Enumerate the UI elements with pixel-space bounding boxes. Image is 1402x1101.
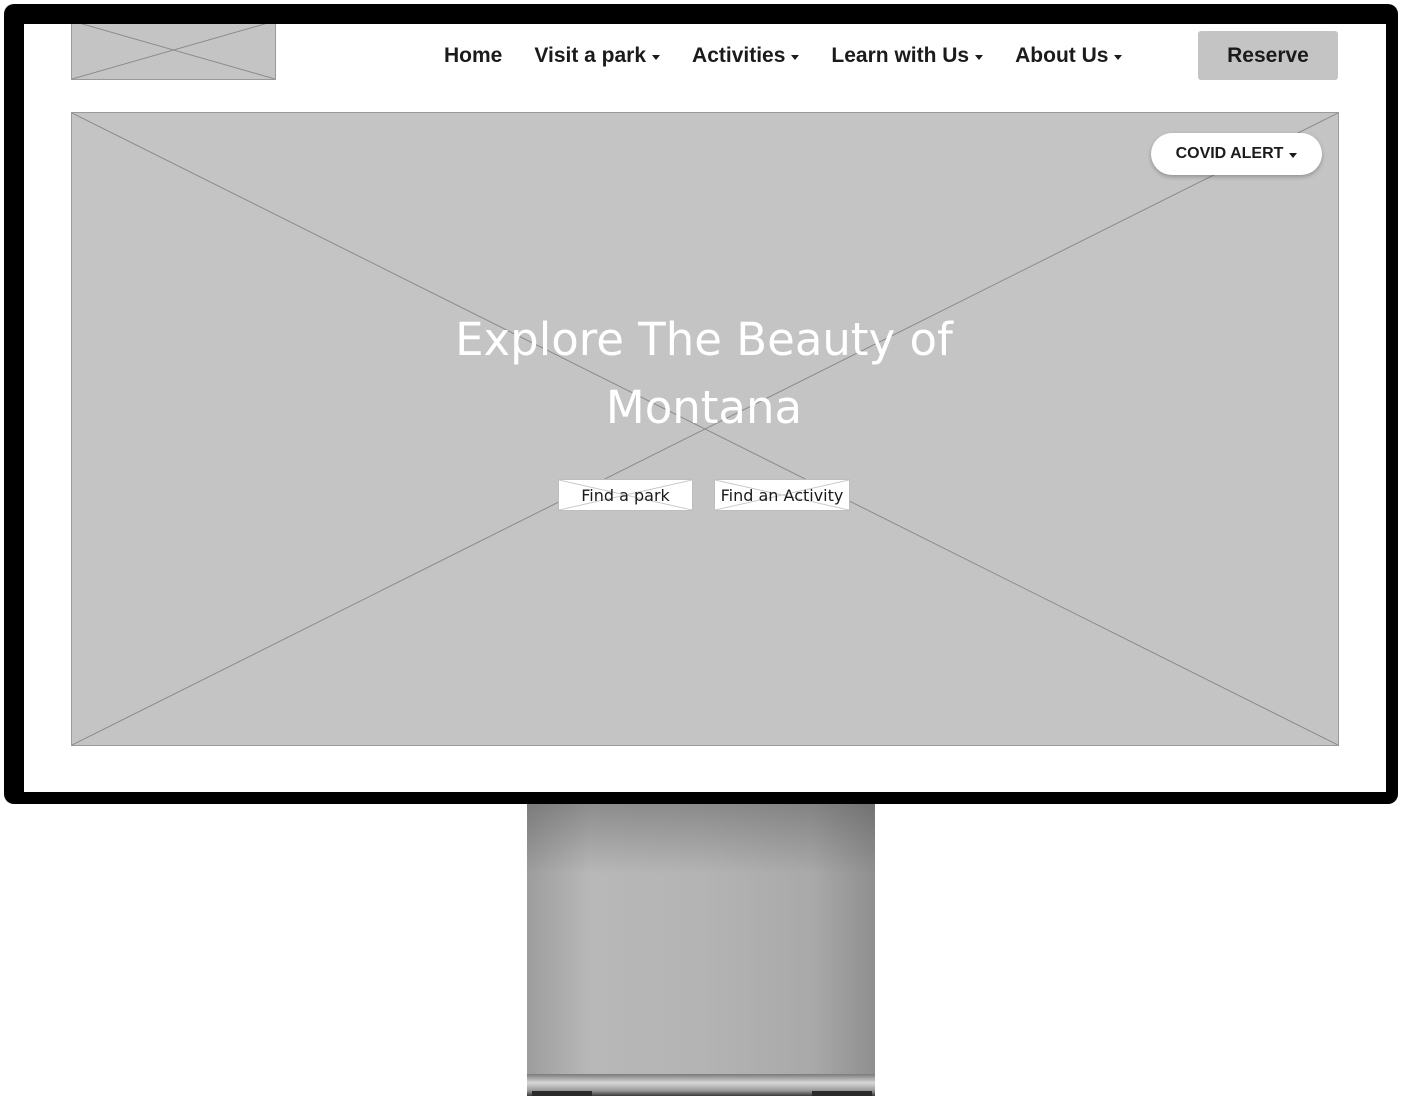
logo-placeholder-image[interactable] bbox=[71, 24, 276, 80]
monitor-stand bbox=[527, 804, 875, 1084]
website-screen: Home Visit a park Activities Learn with … bbox=[24, 24, 1386, 792]
main-navigation: Home Visit a park Activities Learn with … bbox=[444, 38, 1154, 74]
placeholder-x-icon bbox=[72, 24, 275, 79]
caret-down-icon bbox=[975, 55, 984, 60]
nav-item-label: Visit a park bbox=[534, 44, 647, 67]
caret-down-icon bbox=[652, 55, 661, 60]
caret-down-icon bbox=[1289, 153, 1298, 158]
nav-item-label: Learn with Us bbox=[831, 44, 970, 67]
monitor-bezel: Home Visit a park Activities Learn with … bbox=[4, 4, 1398, 804]
nav-item-learn-with-us[interactable]: Learn with Us bbox=[831, 44, 984, 68]
covid-alert-label: COVID ALERT bbox=[1175, 145, 1284, 162]
find-a-park-button[interactable]: Find a park bbox=[558, 479, 693, 511]
nav-item-label: Activities bbox=[692, 44, 786, 67]
caret-down-icon bbox=[1114, 55, 1123, 60]
nav-item-visit-a-park[interactable]: Visit a park bbox=[534, 44, 661, 68]
find-a-park-label: Find a park bbox=[581, 485, 670, 505]
find-an-activity-label: Find an Activity bbox=[720, 485, 844, 505]
reserve-button-label: Reserve bbox=[1227, 43, 1309, 67]
caret-down-icon bbox=[791, 55, 800, 60]
nav-item-home[interactable]: Home bbox=[444, 44, 502, 68]
stand-shadow bbox=[527, 804, 875, 874]
nav-item-activities[interactable]: Activities bbox=[692, 44, 800, 68]
find-an-activity-button[interactable]: Find an Activity bbox=[714, 479, 850, 511]
nav-item-about-us[interactable]: About Us bbox=[1015, 44, 1123, 68]
reserve-button[interactable]: Reserve bbox=[1198, 31, 1338, 80]
stand-foot-right bbox=[812, 1091, 872, 1096]
hero-title-line-2: Montana bbox=[605, 381, 803, 434]
stand-foot-left bbox=[532, 1091, 592, 1096]
covid-alert-button[interactable]: COVID ALERT bbox=[1151, 133, 1322, 175]
nav-item-label: About Us bbox=[1015, 44, 1109, 67]
hero-title: Explore The Beauty of Montana bbox=[404, 306, 1004, 442]
nav-item-label: Home bbox=[444, 44, 503, 67]
hero-title-line-1: Explore The Beauty of bbox=[455, 313, 953, 366]
